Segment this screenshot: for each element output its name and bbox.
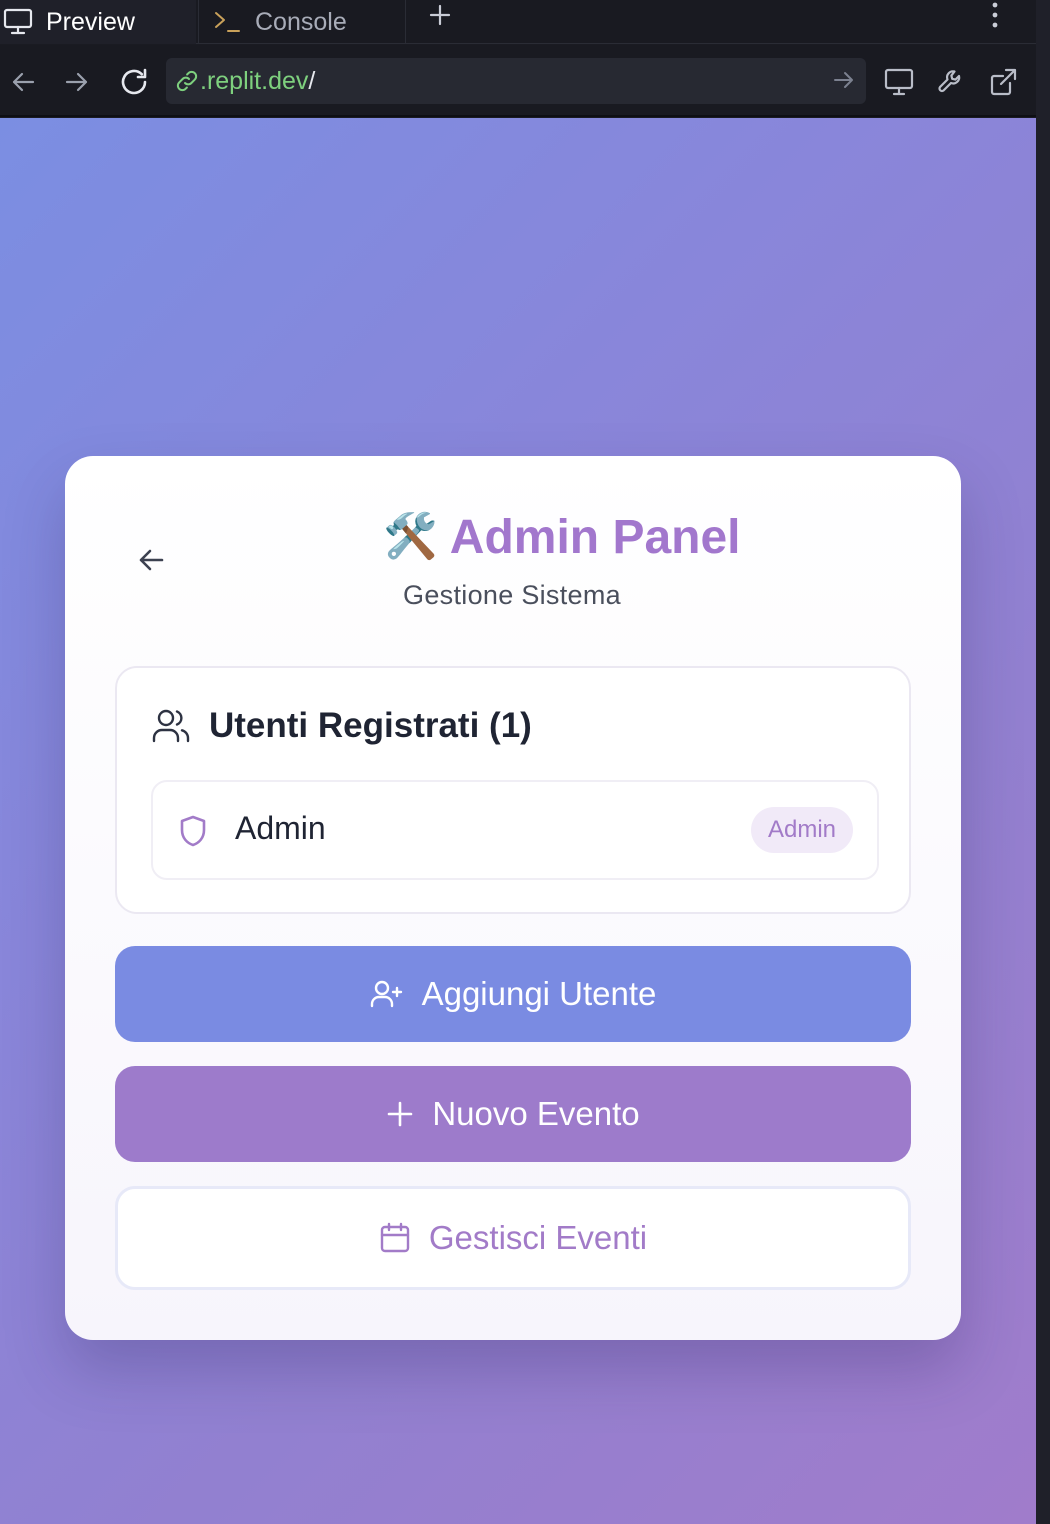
- manage-events-label: Gestisci Eventi: [428, 1219, 648, 1256]
- page-subtitle: Gestione Sistema: [403, 580, 621, 610]
- monitor-icon: [884, 68, 914, 96]
- page-title-text: Admin Panel: [449, 510, 741, 564]
- users-heading: Utenti Registrati (1): [209, 706, 532, 745]
- plus-icon: [388, 1101, 413, 1127]
- browser-tab-bar: Preview Console: [0, 0, 1036, 44]
- user-plus-icon: [370, 980, 402, 1008]
- more-vertical-icon: [992, 2, 998, 28]
- arrow-right-icon: [65, 72, 88, 92]
- more-menu-button[interactable]: [990, 0, 1000, 30]
- add-user-button[interactable]: Aggiungi Utente: [115, 946, 911, 1042]
- url-domain: .replit.dev: [200, 66, 309, 95]
- url-go-button[interactable]: [832, 68, 856, 99]
- manage-events-button[interactable]: Gestisci Eventi: [115, 1186, 911, 1290]
- tab-console[interactable]: Console: [198, 0, 406, 44]
- admin-panel-card: 🛠️ Admin Panel Gestione Sistema Utenti R…: [65, 456, 961, 1340]
- role-badge: Admin: [750, 807, 853, 853]
- window-scroll-rail: [1036, 0, 1050, 1524]
- monitor-icon: [3, 8, 33, 35]
- tab-console-label: Console: [255, 7, 347, 36]
- new-tab-button[interactable]: [428, 0, 452, 30]
- refresh-icon: [121, 68, 147, 95]
- page-viewport: 🛠️ Admin Panel Gestione Sistema Utenti R…: [0, 118, 1036, 1524]
- back-nav-button[interactable]: [6, 65, 40, 99]
- users-icon: [152, 709, 190, 743]
- devices-button[interactable]: [882, 65, 916, 99]
- users-header: Utenti Registrati (1): [151, 706, 532, 746]
- tab-preview-label: Preview: [46, 7, 135, 36]
- browser-nav-bar: .replit.dev /: [0, 45, 1036, 117]
- terminal-icon: [215, 12, 240, 32]
- wrench-icon: [938, 70, 961, 93]
- calendar-icon: [380, 1222, 410, 1253]
- reload-button[interactable]: [117, 65, 151, 99]
- arrow-left-icon: [12, 72, 35, 92]
- plus-icon: [429, 4, 451, 26]
- devtools-button[interactable]: [934, 65, 968, 99]
- shield-icon: [180, 815, 206, 847]
- link-icon: [176, 70, 198, 92]
- new-event-label: Nuovo Evento: [432, 1095, 640, 1132]
- user-name: Admin: [235, 810, 326, 846]
- new-event-button[interactable]: Nuovo Evento: [115, 1066, 911, 1162]
- arrow-right-icon: [834, 72, 853, 88]
- open-new-window-button[interactable]: [986, 65, 1020, 99]
- forward-nav-button[interactable]: [60, 65, 94, 99]
- registered-users-section: Utenti Registrati (1) Admin Admin: [115, 666, 911, 914]
- tools-emoji-icon: 🛠️: [383, 512, 438, 561]
- arrow-left-icon: [139, 549, 164, 571]
- tab-preview[interactable]: Preview: [0, 0, 196, 44]
- page-title: 🛠️ Admin Panel: [383, 508, 741, 566]
- user-list-item[interactable]: Admin Admin: [151, 780, 879, 880]
- add-user-label: Aggiungi Utente: [421, 975, 657, 1012]
- url-path: /: [308, 66, 316, 95]
- back-button[interactable]: [133, 542, 169, 578]
- external-link-icon: [990, 68, 1017, 96]
- url-bar[interactable]: .replit.dev /: [166, 58, 866, 104]
